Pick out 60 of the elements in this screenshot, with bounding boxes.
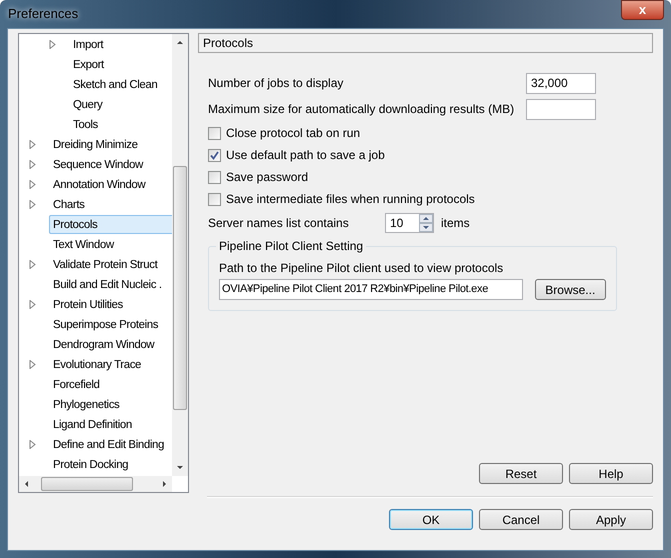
dialog-button[interactable]: Reset [479, 463, 563, 484]
checkbox[interactable] [208, 170, 221, 184]
tree-item[interactable]: Protein Utilities [49, 294, 127, 314]
tree-item[interactable]: Define and Edit Binding [49, 434, 168, 454]
dialog-button[interactable]: Help [569, 463, 653, 484]
tree-item[interactable]: Export [69, 54, 108, 74]
checkbox-label: Save password [226, 169, 308, 186]
checkbox[interactable] [208, 192, 221, 206]
tree-item[interactable]: Sequence Window [49, 154, 147, 174]
checkbox-label: Save intermediate files when running protocols [226, 191, 475, 208]
tree-item[interactable]: Text Window [49, 234, 118, 254]
input-field[interactable] [526, 98, 596, 120]
input-field[interactable]: 32,000 [526, 72, 596, 94]
group-label: Path to the Pipeline Pilot client used to view protocols [219, 260, 504, 277]
setting-label: Server names list contains [208, 215, 350, 232]
expand-arrow-icon[interactable] [29, 180, 36, 188]
dialog-button[interactable]: OK [389, 509, 473, 530]
tree-item[interactable]: Forcefield [49, 374, 104, 394]
tree-item[interactable]: Evolutionary Trace [49, 354, 146, 374]
tree-item[interactable]: Charts [49, 194, 88, 214]
tree-item[interactable]: Dendrogram Window [49, 334, 158, 354]
setting-label: Maximum size for automatically downloading results (MB) [208, 101, 514, 118]
dialog-button[interactable]: Cancel [479, 509, 563, 530]
checkbox[interactable] [208, 148, 221, 162]
checkbox[interactable] [208, 126, 221, 140]
expand-arrow-icon[interactable] [29, 140, 36, 148]
tree-item[interactable]: Dreiding Minimize [49, 134, 142, 154]
path-field[interactable]: OVIA¥Pipeline Pilot Client 2017 R2¥bin¥Pipeline Pilot.exe [219, 279, 523, 300]
expand-arrow-icon[interactable] [29, 160, 36, 168]
unit-label: items [441, 215, 470, 232]
panel-header: Protocols [198, 33, 653, 53]
tree-item[interactable]: Tools [69, 114, 102, 134]
dialog-button[interactable]: Apply [569, 509, 653, 530]
tree-item[interactable]: Build and Edit Nucleic . [49, 274, 166, 294]
group-title: Pipeline Pilot Client Setting [216, 239, 366, 253]
checkbox-label: Close protocol tab on run [226, 125, 360, 142]
tree-item[interactable]: Query [69, 94, 106, 114]
setting-label: Number of jobs to display [208, 75, 344, 92]
dialog-button[interactable]: Browse... [534, 279, 606, 300]
expand-arrow-icon[interactable] [29, 200, 36, 208]
expand-arrow-icon[interactable] [29, 360, 36, 368]
spinner-field[interactable]: 10 [385, 213, 434, 233]
tree-item[interactable]: Sketch and Clean [69, 74, 162, 94]
tree-item[interactable]: Protocols [49, 214, 175, 234]
expand-arrow-icon[interactable] [49, 40, 56, 48]
spinner-arrows-icon[interactable] [419, 214, 433, 232]
horizontal-scrollbar[interactable] [19, 476, 172, 492]
tree-item[interactable]: Protein Docking [49, 454, 132, 474]
tree-item[interactable]: Import [69, 34, 108, 54]
tree-item[interactable]: Superimpose Proteins [49, 314, 162, 334]
expand-arrow-icon[interactable] [29, 260, 36, 268]
checkbox-label: Use default path to save a job [226, 147, 385, 164]
tree-item[interactable]: Ligand Definition [49, 414, 136, 434]
expand-arrow-icon[interactable] [29, 300, 36, 308]
tree-item[interactable]: Phylogenetics [49, 394, 124, 414]
tree-item[interactable]: Validate Protein Struct [49, 254, 162, 274]
tree-item[interactable]: Annotation Window [49, 174, 150, 194]
vertical-scrollbar[interactable] [172, 34, 188, 476]
window-title: Preferences [7, 5, 78, 24]
expand-arrow-icon[interactable] [29, 440, 36, 448]
